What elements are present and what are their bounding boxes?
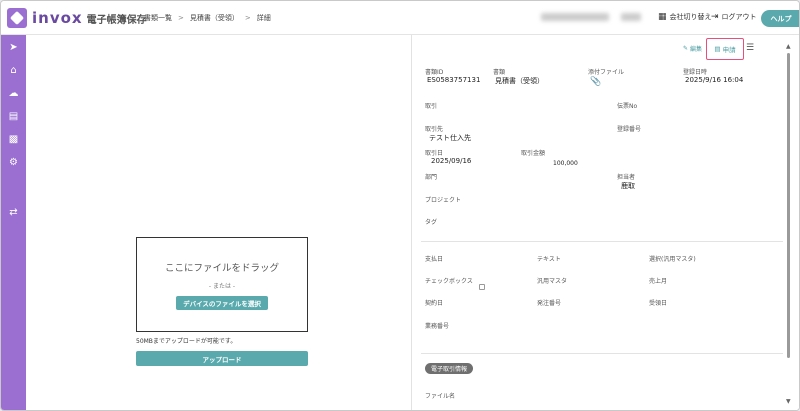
dropzone-title: ここにファイルをドラッグ: [164, 263, 279, 274]
dept-label: 部門: [425, 174, 438, 181]
file-icon: ▤: [714, 45, 721, 53]
menu-icon[interactable]: ☰: [746, 43, 754, 53]
order-no-label: 発注番号: [537, 300, 562, 307]
logout-label: ログアウト: [721, 13, 757, 21]
receive-date-label: 受領日: [649, 300, 668, 307]
breadcrumb-separator: >: [178, 14, 184, 22]
contract-date-label: 契約日: [425, 300, 444, 307]
file-upload-pane: ここにファイルをドラッグ - または - デバイスのファイルを選択 50MBまで…: [26, 35, 412, 410]
slip-no-label: 伝票No: [617, 103, 638, 110]
amount-label: 取引金額: [521, 150, 546, 157]
apply-highlight: ▤ 申請: [706, 38, 744, 60]
swap-icon[interactable]: ⇄: [7, 206, 20, 219]
app-subtitle: 電子帳簿保存: [86, 14, 147, 26]
text-label: テキスト: [537, 256, 561, 263]
amount-value: 100,000: [553, 160, 578, 167]
switch-company-label: 会社切り替え: [669, 13, 712, 21]
logo-mark-icon: [7, 8, 27, 28]
sales-month-label: 売上月: [649, 278, 668, 285]
dropzone-or: - または -: [208, 283, 236, 290]
tag-label: タグ: [425, 219, 438, 226]
document-icon[interactable]: ▤: [7, 110, 20, 123]
apply-label: 申請: [722, 46, 736, 54]
app-logo[interactable]: invox 電子帳簿保存: [7, 8, 147, 28]
pay-date-label: 支払日: [425, 256, 444, 263]
reg-no-label: 登録番号: [617, 126, 642, 133]
edit-label: 編集: [690, 46, 703, 53]
trade-date-value: 2025/09/16: [431, 157, 472, 165]
upload-size-note: 50MBまでアップロードが可能です。: [136, 338, 237, 345]
doc-id-value: ES0583757131: [427, 76, 481, 84]
select-file-button[interactable]: デバイスのファイルを選択: [176, 296, 268, 310]
select-master-label: 選択(汎用マスタ): [649, 256, 696, 263]
scroll-up-icon[interactable]: ▲: [786, 43, 791, 50]
project-label: プロジェクト: [425, 197, 462, 204]
partner-label: 取引先: [425, 126, 444, 133]
breadcrumb-item-list[interactable]: 書類一覧: [144, 13, 172, 23]
breadcrumb: 書類一覧 > 見積書（受領） > 詳細: [144, 13, 271, 23]
building-icon: ▦: [658, 12, 667, 22]
switch-company-link[interactable]: ▦ 会社切り替え: [658, 12, 712, 22]
upload-button[interactable]: アップロード: [136, 351, 308, 366]
master-label: 汎用マスタ: [537, 278, 568, 285]
document-detail-pane: ✎ 編集 ▤ 申請 ☰ 書類ID ES0583757131 書類 見積書（受領）…: [413, 35, 799, 410]
app-name: invox: [32, 9, 83, 27]
registered-value: 2025/9/16 16:04: [685, 76, 744, 84]
top-header: invox 電子帳簿保存 書類一覧 > 見積書（受領） > 詳細 ▦ 会社切り替…: [1, 1, 799, 35]
chart-icon[interactable]: ▩: [7, 133, 20, 146]
scroll-thumb[interactable]: [787, 53, 790, 358]
scrollbar[interactable]: ▲ ▼: [786, 43, 792, 405]
trade-date-label: 取引日: [425, 150, 444, 157]
apply-button[interactable]: ▤ 申請: [714, 44, 735, 54]
logout-icon: ⇥: [711, 12, 719, 22]
gear-icon[interactable]: ⚙: [7, 156, 20, 169]
arrow-right-circle-icon[interactable]: ➤: [7, 41, 20, 54]
user-name-blurred: [621, 13, 641, 21]
breadcrumb-item-doctype[interactable]: 見積書（受領）: [190, 13, 239, 23]
etrans-section-badge: 電子取引情報: [425, 363, 474, 374]
partner-value: テスト仕入先: [429, 134, 471, 142]
main-content: ここにファイルをドラッグ - または - デバイスのファイルを選択 50MBまで…: [26, 35, 799, 410]
app-window: invox 電子帳簿保存 書類一覧 > 見積書（受領） > 詳細 ▦ 会社切り替…: [0, 0, 800, 411]
home-icon[interactable]: ⌂: [7, 64, 20, 77]
edit-button[interactable]: ✎ 編集: [683, 44, 702, 53]
attachment-label: 添付ファイル: [588, 69, 625, 76]
paperclip-icon[interactable]: 📎: [590, 77, 601, 87]
breadcrumb-item-detail: 詳細: [256, 14, 271, 22]
logout-link[interactable]: ⇥ ログアウト: [711, 12, 757, 22]
company-name-blurred: [541, 13, 609, 21]
help-button[interactable]: ヘルプ: [761, 10, 799, 27]
sidebar: ➤ ⌂ ☁ ▤ ▩ ⚙ ⇄: [1, 35, 26, 410]
file-dropzone[interactable]: ここにファイルをドラッグ - または - デバイスのファイルを選択: [136, 237, 308, 332]
person-label: 担当者: [617, 174, 636, 181]
cloud-upload-icon[interactable]: ☁: [7, 87, 20, 100]
section-divider: [421, 241, 783, 242]
section-divider: [421, 353, 783, 354]
doc-type-label: 書類: [493, 69, 506, 76]
checkbox-label: チェックボックス: [425, 278, 473, 285]
doc-type-value: 見積書（受領）: [495, 77, 544, 85]
file-name-label: ファイル名: [425, 393, 456, 400]
edit-icon: ✎: [683, 45, 689, 52]
business-no-label: 業務番号: [425, 323, 450, 330]
scroll-down-icon[interactable]: ▼: [786, 398, 791, 405]
breadcrumb-separator: >: [244, 14, 251, 22]
registered-label: 登録日時: [683, 69, 708, 76]
doc-id-label: 書類ID: [425, 69, 444, 76]
transaction-label: 取引: [425, 103, 438, 110]
person-value: 鹿取: [621, 182, 635, 190]
checkbox[interactable]: [479, 284, 485, 290]
